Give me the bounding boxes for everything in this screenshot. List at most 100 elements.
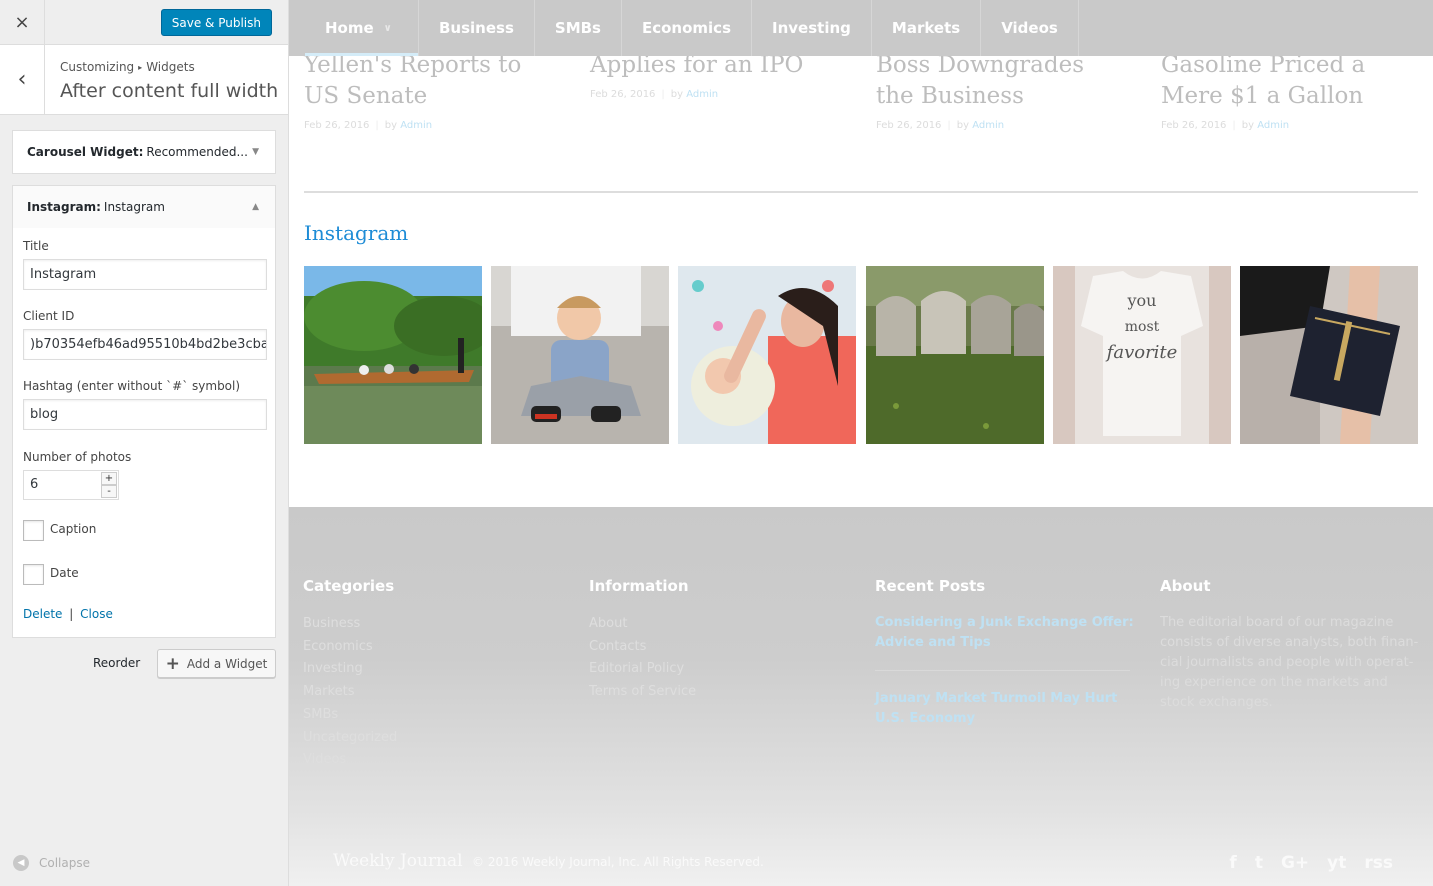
post-by: by (956, 120, 970, 131)
post-title-line[interactable]: the Business (876, 83, 1024, 109)
post-card: Applies for an IPO Feb 26, 2016 | by Admin (590, 50, 850, 100)
chevron-down-icon: ∨ (383, 22, 392, 34)
photos-count-stepper[interactable]: 6 + - (23, 470, 119, 500)
post-meta: Feb 26, 2016 | by Admin (1161, 120, 1290, 131)
footer-information: Information About Contacts Editorial Pol… (589, 577, 849, 704)
close-icon[interactable]: × (0, 0, 45, 45)
increment-icon[interactable]: + (101, 472, 117, 485)
google-plus-icon[interactable]: G+ (1281, 853, 1309, 873)
hashtag-label: Hashtag (enter without `#` symbol) (23, 379, 241, 393)
client-id-input[interactable]: )b70354efb46ad95510b4bd2be3cba (23, 329, 267, 360)
collapse-label: Collapse (39, 856, 90, 870)
post-author[interactable]: Admin (972, 120, 1004, 131)
footer-heading: Information (589, 577, 689, 595)
caption-checkbox[interactable] (23, 520, 44, 541)
decrement-icon[interactable]: - (101, 485, 117, 498)
instagram-photo-boy[interactable] (491, 266, 669, 444)
footer-categories: Categories Business Economics Investing … (303, 577, 563, 772)
post-card: Gasoline Priced a Mere $1 a Gallon Feb 26… (1161, 50, 1421, 131)
category-link[interactable]: SMBs (303, 704, 563, 727)
about-text: The editorial board of our magazine cons… (1160, 615, 1419, 710)
widget-type: Instagram: (27, 200, 101, 214)
category-link[interactable]: Markets (303, 681, 563, 704)
twitter-icon[interactable]: t (1255, 853, 1263, 873)
youtube-icon[interactable]: yt (1327, 853, 1346, 873)
instagram-photo-river-boat[interactable] (304, 266, 482, 444)
customizer-sidebar: × Save & Publish ‹ Customizing ▸ Widgets A… (0, 0, 289, 886)
facebook-icon[interactable]: f (1229, 853, 1236, 873)
post-title-line[interactable]: US Senate (304, 83, 427, 109)
rss-icon[interactable]: rss (1364, 853, 1393, 873)
category-link[interactable]: Economics (303, 636, 563, 659)
back-arrow-icon[interactable]: ‹ (0, 45, 45, 114)
customizer-header: × Save & Publish (0, 0, 288, 45)
breadcrumb-arrow-icon: ▸ (138, 63, 143, 72)
footer-about: About The editorial board of our magazin… (1160, 577, 1420, 713)
recent-post-link[interactable]: Considering a Junk Exchange Offer: Advic… (875, 613, 1135, 653)
photos-count-label: Number of photos (23, 450, 132, 464)
recent-post-link[interactable]: January Market Turmoil May Hurt U.S. Eco… (875, 689, 1135, 729)
date-label: Date (50, 566, 79, 580)
copyright: © 2016 Weekly Journal, Inc. All Rights R… (472, 855, 764, 869)
info-link[interactable]: Editorial Policy (589, 658, 849, 681)
nav-item-smbs[interactable]: SMBs (535, 0, 622, 56)
post-title[interactable]: Boss Downgrades the Business (876, 50, 1136, 112)
breadcrumb: Customizing ▸ Widgets (60, 60, 195, 74)
nav-item-markets[interactable]: Markets (872, 0, 982, 56)
photos-count-value[interactable]: 6 (30, 477, 38, 492)
delete-link[interactable]: Delete (23, 607, 62, 621)
nav-item-videos[interactable]: Videos (981, 0, 1079, 56)
widget-type: Carousel Widget: (27, 145, 144, 159)
caption-label: Caption (50, 522, 97, 536)
divider (304, 191, 1418, 193)
post-title[interactable]: Gasoline Priced a Mere $1 a Gallon (1161, 50, 1421, 112)
post-meta: Feb 26, 2016 | by Admin (876, 120, 1005, 131)
post-author[interactable]: Admin (400, 120, 432, 131)
instagram-photo-mother-baby[interactable] (678, 266, 856, 444)
date-checkbox[interactable] (23, 564, 44, 585)
save-publish-button[interactable]: Save & Publish (160, 9, 272, 36)
nav-item-investing[interactable]: Investing (752, 0, 872, 56)
info-link[interactable]: About (589, 613, 849, 636)
reorder-link[interactable]: Reorder (93, 656, 140, 670)
instagram-photo-clutch[interactable] (1240, 266, 1418, 444)
collapse-button[interactable]: ◀ Collapse (13, 855, 90, 871)
post-title-line[interactable]: Mere $1 a Gallon (1161, 83, 1363, 109)
widget-instagram-form: Title Instagram Client ID )b70354efb46ad… (12, 228, 276, 638)
nav-item-home[interactable]: Home ∨ (289, 0, 419, 56)
post-date: Feb 26, 2016 (1161, 120, 1227, 131)
close-link[interactable]: Close (80, 607, 113, 621)
svg-text:you: you (1127, 291, 1157, 310)
category-link[interactable]: Uncategorized (303, 727, 563, 750)
nav-item-economics[interactable]: Economics (622, 0, 753, 56)
instagram-photo-tshirt[interactable]: you most favorite (1053, 266, 1231, 444)
info-link[interactable]: Contacts (589, 636, 849, 659)
category-link[interactable]: Investing (303, 658, 563, 681)
main-nav: Home ∨ Business SMBs Economics Investing… (289, 0, 1433, 56)
post-by: by (1241, 120, 1255, 131)
social-links: f t G+ yt rss (1229, 853, 1393, 873)
collapse-arrow-icon[interactable]: ▲ (252, 202, 259, 212)
nav-item-business[interactable]: Business (419, 0, 535, 56)
separator: | (69, 607, 74, 621)
post-title[interactable]: Yellen's Reports to US Senate (304, 50, 564, 112)
expand-arrow-icon[interactable]: ▼ (252, 147, 259, 157)
widget-instagram-header[interactable]: Instagram: Instagram ▲ (12, 185, 276, 229)
footer-recent-posts: Recent Posts Considering a Junk Exchange… (875, 577, 1135, 729)
breadcrumb-root: Customizing (60, 60, 135, 74)
hashtag-input[interactable]: blog (23, 399, 267, 430)
title-input[interactable]: Instagram (23, 259, 267, 290)
post-card: Yellen's Reports to US Senate Feb 26, 201… (304, 50, 564, 131)
category-link[interactable]: Business (303, 613, 563, 636)
footer-logo[interactable]: Weekly Journal (333, 851, 463, 871)
post-card: Boss Downgrades the Business Feb 26, 2016… (876, 50, 1136, 131)
post-author[interactable]: Admin (1257, 120, 1289, 131)
category-link[interactable]: Videos (303, 749, 563, 772)
divider (875, 670, 1130, 671)
post-author[interactable]: Admin (686, 89, 718, 100)
breadcrumb-section: Widgets (146, 60, 195, 74)
instagram-photo-gravestones[interactable] (866, 266, 1044, 444)
add-widget-button[interactable]: + Add a Widget (157, 649, 276, 678)
widget-carousel-header[interactable]: Carousel Widget: Recommended... ▼ (12, 130, 276, 174)
info-link[interactable]: Terms of Service (589, 681, 849, 704)
